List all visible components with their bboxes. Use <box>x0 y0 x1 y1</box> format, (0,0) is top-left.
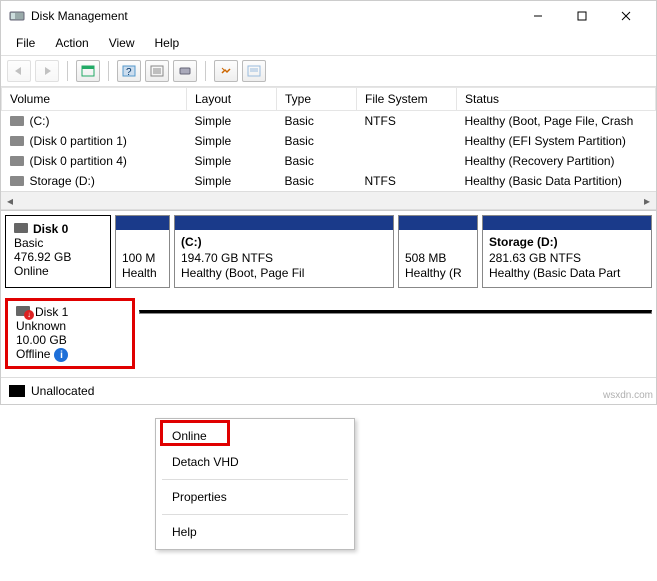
partition-box[interactable]: 100 MHealth <box>115 215 170 288</box>
table-row[interactable]: (Disk 0 partition 4)SimpleBasicHealthy (… <box>2 151 656 171</box>
maximize-button[interactable] <box>560 2 604 30</box>
close-button[interactable] <box>604 2 648 30</box>
toolbar-separator <box>108 61 109 81</box>
ctx-detach-vhd[interactable]: Detach VHD <box>156 449 354 475</box>
show-hide-console-button[interactable] <box>76 60 100 82</box>
disk0-size: 476.92 GB <box>14 250 102 264</box>
app-icon <box>9 8 25 24</box>
info-icon[interactable]: i <box>54 348 68 362</box>
ctx-properties[interactable]: Properties <box>156 484 354 510</box>
disk0-type: Basic <box>14 236 102 250</box>
ctx-help[interactable]: Help <box>156 519 354 545</box>
window-title: Disk Management <box>31 9 516 23</box>
disk-icon: ↓ <box>16 306 30 316</box>
context-menu: Online Detach VHD Properties Help <box>155 418 355 550</box>
action-list-button[interactable] <box>145 60 169 82</box>
menu-file[interactable]: File <box>7 33 44 53</box>
ctx-separator <box>162 514 348 515</box>
disk1-name: Disk 1 <box>35 305 68 319</box>
help-button[interactable]: ? <box>117 60 141 82</box>
col-layout[interactable]: Layout <box>187 88 277 111</box>
disk0-name: Disk 0 <box>33 222 68 236</box>
disk1-state: Offlinei <box>16 347 124 363</box>
forward-button <box>35 60 59 82</box>
disk1-volume[interactable] <box>139 310 652 314</box>
menu-view[interactable]: View <box>100 33 144 53</box>
col-filesystem[interactable]: File System <box>357 88 457 111</box>
scroll-right-button[interactable]: ▸ <box>638 193 656 209</box>
disk0-panel[interactable]: Disk 0 Basic 476.92 GB Online <box>5 215 111 288</box>
toolbar-separator <box>67 61 68 81</box>
legend-unallocated: Unallocated <box>31 384 94 398</box>
menu-action[interactable]: Action <box>46 33 97 53</box>
col-status[interactable]: Status <box>457 88 656 111</box>
table-row[interactable]: (C:)SimpleBasicNTFSHealthy (Boot, Page F… <box>2 111 656 132</box>
volume-icon <box>10 136 24 146</box>
volume-icon <box>10 176 24 186</box>
volume-icon <box>10 116 24 126</box>
disk0-state: Online <box>14 264 102 278</box>
table-row[interactable]: Storage (D:)SimpleBasicNTFSHealthy (Basi… <box>2 171 656 191</box>
settings-button[interactable] <box>214 60 238 82</box>
svg-text:?: ? <box>126 67 132 77</box>
table-row[interactable]: (Disk 0 partition 1)SimpleBasicHealthy (… <box>2 131 656 151</box>
disk1-type: Unknown <box>16 319 124 333</box>
legend-swatch-unallocated <box>9 385 25 397</box>
partition-box[interactable]: 508 MBHealthy (R <box>398 215 478 288</box>
more-actions-button[interactable] <box>242 60 266 82</box>
col-volume[interactable]: Volume <box>2 88 187 111</box>
back-button <box>7 60 31 82</box>
ctx-online[interactable]: Online <box>156 423 354 449</box>
disk-icon <box>14 223 28 233</box>
toolbar-separator <box>205 61 206 81</box>
minimize-button[interactable] <box>516 2 560 30</box>
watermark: wsxdn.com <box>603 390 653 401</box>
col-type[interactable]: Type <box>277 88 357 111</box>
partition-box[interactable]: (C:)194.70 GB NTFSHealthy (Boot, Page Fi… <box>174 215 394 288</box>
menu-help[interactable]: Help <box>146 33 189 53</box>
volume-icon <box>10 156 24 166</box>
scroll-left-button[interactable]: ◂ <box>1 193 19 209</box>
disk1-panel[interactable]: ↓ Disk 1 Unknown 10.00 GB Offlinei <box>5 298 135 370</box>
disk-button[interactable] <box>173 60 197 82</box>
ctx-separator <box>162 479 348 480</box>
partition-box[interactable]: Storage (D:)281.63 GB NTFSHealthy (Basic… <box>482 215 652 288</box>
disk1-size: 10.00 GB <box>16 333 124 347</box>
